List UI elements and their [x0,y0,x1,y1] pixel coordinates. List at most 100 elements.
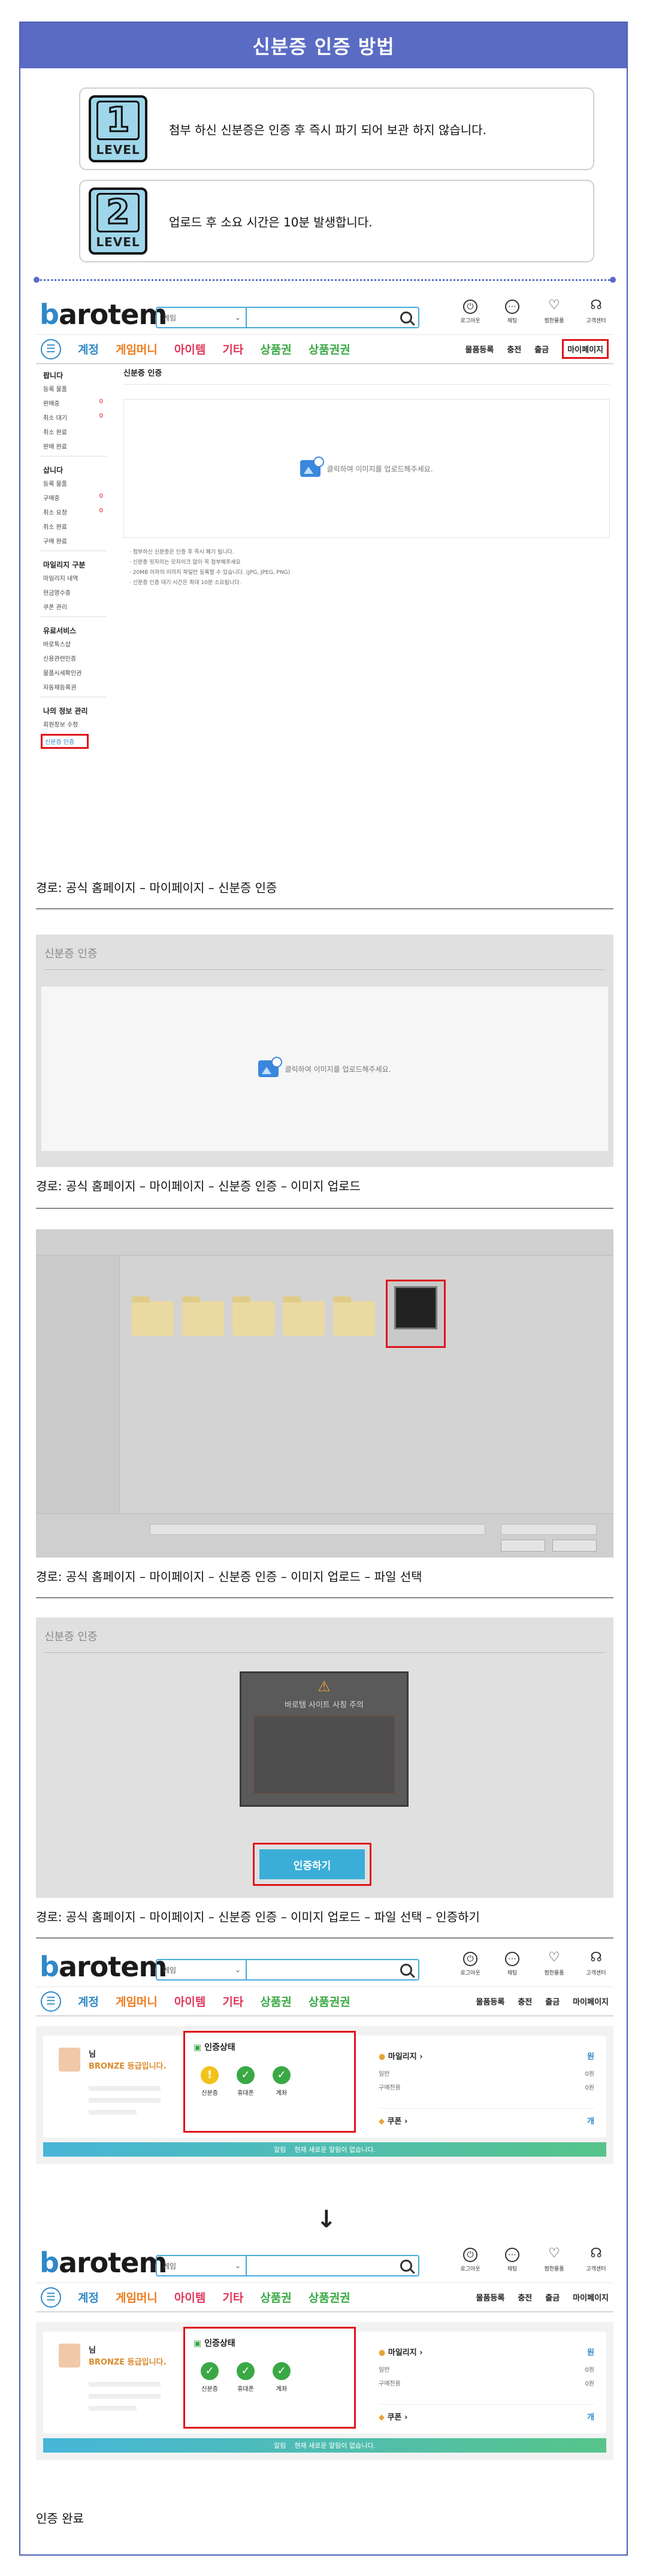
upload-area[interactable]: 클릭하여 이미지를 업로드해주세요. [123,399,610,538]
sidebar-item[interactable]: 구매 완료 [43,536,103,545]
nav-category[interactable]: 계정 [78,1993,99,2009]
charge-link[interactable]: 충전 [518,1996,532,2007]
file-type-select[interactable] [501,1524,597,1535]
logout-icon[interactable]: ⏻ 로그아웃 [455,1952,485,1976]
nav-category[interactable]: 계정 [78,2289,99,2305]
search-bar[interactable]: 게임 ⌄ [156,2255,419,2276]
menu-icon[interactable]: ☰ [41,338,61,359]
search-icon[interactable] [400,1964,412,1976]
mypage-link[interactable]: 마이페이지 [573,1996,609,2007]
sidebar-item[interactable]: 마일리지 내역 [43,573,103,582]
sidebar-item[interactable]: 판매 완료 [43,442,103,451]
selected-image-file[interactable] [386,1280,446,1348]
chat-icon[interactable]: ⋯ 채팅 [497,2248,527,2272]
search-icon[interactable] [400,2260,412,2272]
nav-category[interactable]: 기타 [222,2289,243,2305]
status-icon: ▣ [194,2043,202,2052]
logout-icon[interactable]: ⏻ 로그아웃 [455,2248,485,2272]
mypage-link[interactable]: 마이페이지 [573,2291,609,2303]
nav-category[interactable]: 아이템 [174,341,205,357]
logout-icon[interactable]: ⏻ 로그아웃 [455,300,485,324]
file-name-field[interactable] [150,1524,485,1535]
chat-icon[interactable]: ⋯ 채팅 [497,300,527,324]
cancel-button[interactable] [552,1540,597,1552]
site-logo[interactable]: barotem [40,298,167,331]
upload-area-highlight[interactable]: 클릭하여 이미지를 업로드해주세요. [41,986,609,1151]
nav-category[interactable]: 기타 [222,341,243,357]
search-icon[interactable] [400,312,412,323]
sidebar-item[interactable]: 자동재등록권 [43,682,103,691]
nav-category[interactable]: 상품권 [260,1993,291,2009]
dotted-divider [34,277,616,283]
withdraw-link[interactable]: 출금 [545,1996,560,2007]
sidebar-item[interactable]: 판매중 0 [43,398,103,407]
menu-icon[interactable]: ☰ [41,1991,61,2012]
withdraw-link[interactable]: 출금 [534,343,549,355]
open-button[interactable] [501,1540,545,1552]
register-item-link[interactable]: 물품등록 [476,2291,505,2303]
nav-category[interactable]: 계정 [78,341,99,357]
search-category-select[interactable]: 게임 ⌄ [157,308,247,327]
search-category-select[interactable]: 게임 ⌄ [157,1960,247,1979]
heart-icon[interactable]: ♡ 찜한물품 [539,2247,569,2273]
nav-category[interactable]: 아이템 [174,2289,205,2305]
nav-category[interactable]: 게임머니 [116,2289,158,2305]
sidebar-item[interactable]: 쿠폰 관리 [43,602,103,611]
nav-category[interactable]: 상품권권 [309,341,350,357]
folder-icon[interactable] [132,1296,174,1336]
site-logo[interactable]: barotem [40,1951,167,1983]
status-phone: ✓ 휴대폰 [237,2362,255,2393]
header-icons: ⏻ 로그아웃 ⋯ 채팅 ♡ 찜한물품 ☊ 고객센터 [455,299,611,325]
chat-icon[interactable]: ⋯ 채팅 [497,1952,527,1976]
nav-category[interactable]: 아이템 [174,1993,205,2009]
search-bar[interactable]: 게임 ⌄ [156,1959,419,1981]
sidebar-item[interactable]: 구매중 0 [43,493,103,502]
caption-1: 경로: 공식 홈페이지 – 마이페이지 – 신분증 인증 [36,881,277,895]
grade-text: BRONZE 등급입니다. [89,2358,167,2367]
nav-category[interactable]: 상품권 [260,2289,291,2305]
sidebar-item[interactable]: 취소 완료 [43,427,103,436]
charge-link[interactable]: 충전 [507,343,521,355]
nav-category[interactable]: 상품권권 [309,1993,350,2009]
search-category-select[interactable]: 게임 ⌄ [157,2256,247,2275]
support-icon[interactable]: ☊ 고객센터 [581,2247,611,2273]
heart-icon[interactable]: ♡ 찜한물품 [539,1951,569,1977]
sidebar-item[interactable]: 취소 요청 0 [43,507,103,516]
sidebar-item[interactable]: 바로톡스샵 [43,639,103,648]
site-header: barotem 게임 ⌄ ⏻ 로그아웃 ⋯ 채팅 ♡ 찜한물품 ☊ 고객센터 [36,294,613,331]
page-title: 신분증 인증 방법 [20,23,627,68]
nav-category[interactable]: 상품권 [260,341,291,357]
sidebar-item[interactable]: 회원정보 수정 [43,719,103,728]
notice-bar: 알림 현재 새로운 알림이 없습니다. [43,2438,606,2453]
support-icon[interactable]: ☊ 고객센터 [581,1951,611,1977]
sidebar-item[interactable]: 취소 완료 [43,522,103,531]
nav-category[interactable]: 게임머니 [116,1993,158,2009]
folder-icon[interactable] [333,1296,375,1336]
mypage-link[interactable]: 마이페이지 [562,339,609,359]
sidebar-item-id-verify[interactable]: 신분증 인증 [41,734,89,749]
withdraw-link[interactable]: 출금 [545,2291,560,2303]
folder-icon[interactable] [182,1296,224,1336]
nav-category[interactable]: 게임머니 [116,341,158,357]
menu-icon[interactable]: ☰ [41,2287,61,2308]
site-logo[interactable]: barotem [40,2247,167,2279]
charge-link[interactable]: 충전 [518,2291,532,2303]
register-item-link[interactable]: 물품등록 [476,1996,505,2007]
sidebar-item[interactable]: 등록 물품 [43,384,103,393]
mypage-screenshot: barotem 게임 ⌄ ⏻ 로그아웃 ⋯ 채팅 ♡ 찜한물품 ☊ 고객센터 ☰ 계정 게… [36,294,613,869]
sidebar-item[interactable]: 현금영수증 [43,588,103,597]
sidebar-item[interactable]: 등록 물품 [43,479,103,488]
status-phone: ✓ 휴대폰 [237,2066,255,2097]
folder-icon[interactable] [283,1296,325,1336]
heart-icon[interactable]: ♡ 찜한물품 [539,299,569,325]
nav-category[interactable]: 상품권권 [309,2289,350,2305]
support-icon[interactable]: ☊ 고객센터 [581,299,611,325]
folder-icon[interactable] [232,1296,274,1336]
sidebar-item[interactable]: 취소 대기 0 [43,413,103,422]
search-bar[interactable]: 게임 ⌄ [156,307,419,328]
nav-category[interactable]: 기타 [222,1993,243,2009]
confirm-verify-button[interactable]: 인증하기 [253,1843,371,1886]
sidebar-item[interactable]: 신용관련인증 [43,654,103,663]
sidebar-item[interactable]: 물품시세확인권 [43,668,103,677]
register-item-link[interactable]: 물품등록 [465,343,494,355]
